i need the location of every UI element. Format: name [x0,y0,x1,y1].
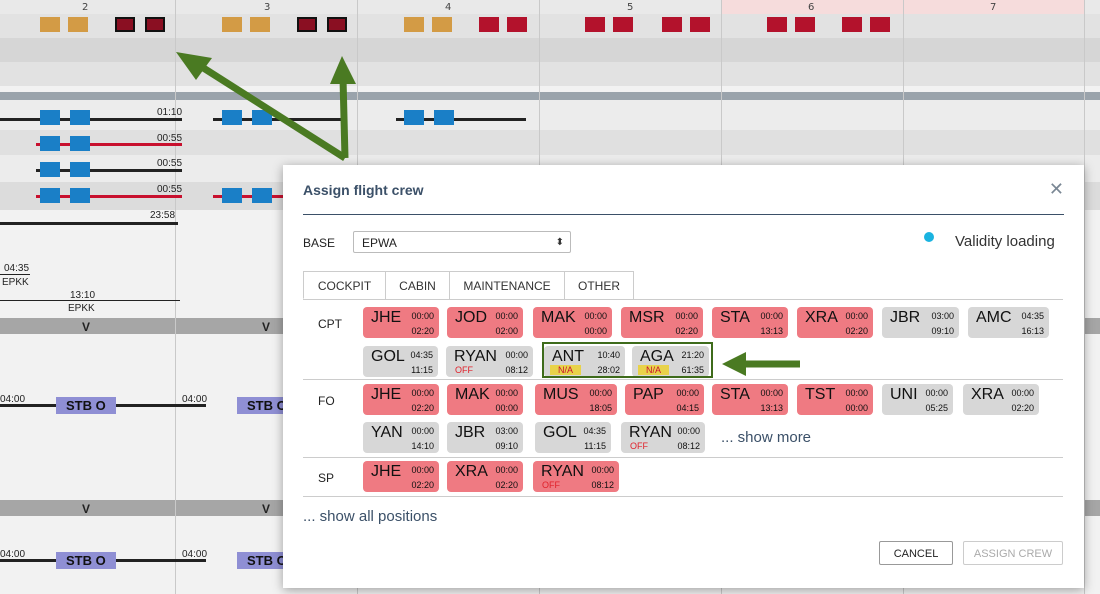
arrow-line [192,59,347,161]
arrow-line [339,77,349,159]
arrow-head [722,352,746,376]
arrow-head [330,56,356,84]
annotation-arrows [176,52,800,376]
